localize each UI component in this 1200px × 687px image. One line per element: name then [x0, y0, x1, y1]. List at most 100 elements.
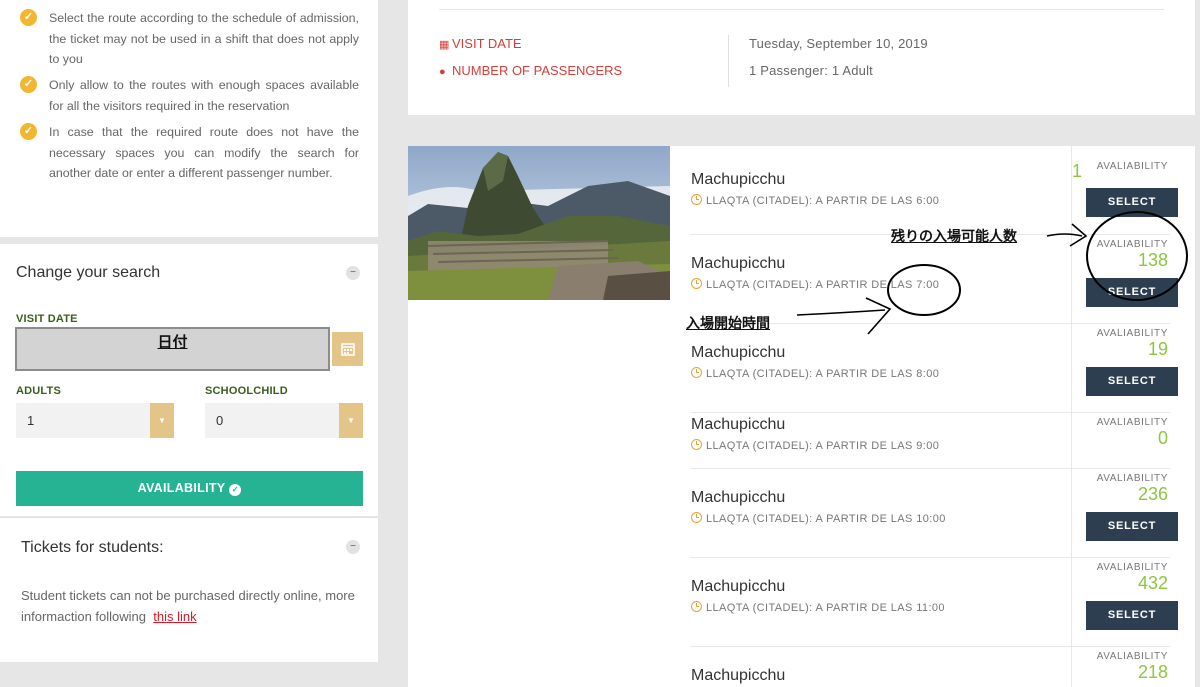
divider — [728, 35, 729, 87]
route-name: Machupicchu — [691, 416, 786, 433]
search-summary-panel: ▦ VISIT DATE ● NUMBER OF PASSENGERS Tuesda… — [408, 0, 1195, 115]
route-schedule-text: LLAQTA (CITADEL): A PARTIR DE LAS 7:00 — [706, 279, 940, 291]
change-search-title: Change your search — [16, 264, 161, 281]
route-slot: Machupicchu LLAQTA (CITADEL): A PARTIR D… — [690, 469, 1178, 558]
select-button[interactable]: SELECT — [1086, 278, 1178, 307]
route-schedule-text: LLAQTA (CITADEL): A PARTIR DE LAS 10:00 — [706, 513, 946, 525]
route-schedule-text: LLAQTA (CITADEL): A PARTIR DE LAS 11:00 — [706, 602, 945, 614]
annotation-remaining-label: 残りの入場可能人数 — [891, 229, 1017, 245]
divider — [1071, 235, 1072, 323]
availability-count: 1 — [1071, 161, 1082, 181]
schoolchild-label: SCHOOLCHILD — [205, 385, 288, 397]
summary-passengers-value: 1 Passenger: 1 Adult — [749, 63, 873, 78]
availability-button-label: AVAILABILITY — [137, 481, 226, 495]
chevron-down-icon: ▼ — [339, 403, 363, 438]
collapse-icon[interactable]: − — [346, 540, 360, 554]
availability-label: AVALIABILITY — [1096, 473, 1168, 484]
availability-count: 19 — [1147, 339, 1168, 359]
rule-text: Only allow to the routes with enough spa… — [49, 78, 359, 113]
summary-visit-date-label-text: VISIT DATE — [452, 36, 522, 51]
divider — [1071, 324, 1072, 412]
summary-visit-date-label: ▦ VISIT DATE — [439, 36, 522, 51]
route-name: Machupicchu — [691, 255, 786, 272]
availability-count: 0 — [1157, 428, 1168, 448]
availability-button[interactable]: AVAILABILITY ✓ — [16, 471, 363, 506]
route-slot: Machupicchu LLAQTA (CITADEL): A PARTIR D… — [690, 413, 1170, 469]
admission-rules-panel: ✓ Select the route according to the sche… — [0, 0, 378, 237]
route-slot: Machupicchu LLAQTA (CITADEL): A PARTIR D… — [690, 324, 1178, 413]
clock-icon — [691, 512, 702, 523]
availability-label: AVALIABILITY — [1096, 562, 1168, 573]
summary-passengers-label-text: NUMBER OF PASSENGERS — [452, 63, 623, 78]
students-title: Tickets for students: — [21, 539, 164, 556]
select-button[interactable]: SELECT — [1086, 512, 1178, 541]
check-icon: ✓ — [20, 123, 37, 140]
adults-label: ADULTS — [16, 385, 61, 397]
route-schedule-text: LLAQTA (CITADEL): A PARTIR DE LAS 9:00 — [706, 440, 940, 452]
route-schedule: LLAQTA (CITADEL): A PARTIR DE LAS 7:00 — [691, 278, 939, 291]
route-name: Machupicchu — [691, 489, 786, 506]
clock-icon — [691, 601, 702, 612]
divider — [1071, 146, 1072, 234]
route-slot: Machupicchu LLAQTA (CITADEL): A PARTIR D… — [690, 558, 1178, 647]
schoolchild-select[interactable]: 0 ▼ — [205, 403, 363, 438]
change-search-panel: Change your search − VISIT DATE 日付 ADULT… — [0, 244, 378, 516]
routes-panel: Machupicchu LLAQTA (CITADEL): A PARTIR D… — [408, 146, 1195, 687]
students-panel: Tickets for students: − Student tickets … — [0, 517, 378, 662]
clock-icon — [691, 367, 702, 378]
check-icon: ✓ — [20, 9, 37, 26]
route-slot: Machupicchu LLAQTA (CITADEL): A PARTIR D… — [690, 235, 1178, 324]
route-schedule-text: LLAQTA (CITADEL): A PARTIR DE LAS 8:00 — [706, 368, 940, 380]
select-button[interactable]: SELECT — [1086, 601, 1178, 630]
students-text: Student tickets can not be purchased dir… — [21, 585, 366, 627]
clock-icon — [691, 278, 702, 289]
availability-count: 432 — [1137, 573, 1168, 593]
route-slot: Machupicchu LLAQTA (CITADEL): A PARTIR D… — [690, 146, 1178, 235]
calendar-button[interactable] — [332, 332, 363, 366]
calendar-icon — [340, 343, 355, 356]
availability-label: AVALIABILITY — [1096, 239, 1168, 250]
clock-icon — [691, 194, 702, 205]
chevron-down-icon: ▼ — [150, 403, 174, 438]
route-name: Machupicchu — [691, 578, 786, 595]
route-schedule: LLAQTA (CITADEL): A PARTIR DE LAS 8:00 — [691, 367, 939, 380]
visit-date-input[interactable]: 日付 — [15, 327, 330, 371]
divider — [1071, 558, 1072, 646]
check-icon: ✓ — [20, 76, 37, 93]
summary-passengers-label: ● NUMBER OF PASSENGERS — [439, 63, 622, 78]
annotation-start-time-label: 入場開始時間 — [686, 316, 770, 332]
students-link[interactable]: this link — [153, 609, 196, 624]
divider — [1071, 469, 1072, 557]
route-name: Machupicchu — [691, 667, 786, 684]
availability-label: AVALIABILITY — [1096, 161, 1168, 172]
route-slot: Machupicchu AVALIABILITY 218 — [690, 647, 1170, 687]
collapse-icon[interactable]: − — [346, 266, 360, 280]
check-circle-icon: ✓ — [229, 484, 242, 496]
select-button[interactable]: SELECT — [1086, 367, 1178, 396]
summary-visit-date-value: Tuesday, September 10, 2019 — [749, 36, 928, 51]
route-schedule: LLAQTA (CITADEL): A PARTIR DE LAS 10:00 — [691, 512, 946, 525]
availability-count: 236 — [1137, 484, 1168, 504]
divider — [1071, 647, 1072, 687]
availability-label: AVALIABILITY — [1096, 651, 1168, 662]
availability-label: AVALIABILITY — [1096, 328, 1168, 339]
route-schedule: LLAQTA (CITADEL): A PARTIR DE LAS 9:00 — [691, 439, 939, 452]
adults-value: 1 — [27, 413, 35, 428]
divider — [439, 9, 1164, 10]
rule-text: Select the route according to the schedu… — [49, 11, 359, 66]
adults-select[interactable]: 1 ▼ — [16, 403, 174, 438]
visit-date-value: 日付 — [157, 334, 188, 351]
visit-date-label: VISIT DATE — [16, 313, 78, 325]
availability-count: 138 — [1137, 250, 1168, 270]
select-button[interactable]: SELECT — [1086, 188, 1178, 217]
rule-text: In case that the required route does not… — [49, 125, 359, 180]
schoolchild-value: 0 — [216, 413, 224, 428]
calendar-icon: ▦ — [439, 39, 450, 51]
users-icon: ● — [439, 66, 446, 78]
route-schedule: LLAQTA (CITADEL): A PARTIR DE LAS 6:00 — [691, 194, 939, 207]
machupicchu-photo — [408, 146, 670, 300]
route-schedule-text: LLAQTA (CITADEL): A PARTIR DE LAS 6:00 — [706, 195, 940, 207]
route-name: Machupicchu — [691, 344, 786, 361]
availability-label: AVALIABILITY — [1096, 417, 1168, 428]
route-name: Machupicchu — [691, 171, 786, 188]
